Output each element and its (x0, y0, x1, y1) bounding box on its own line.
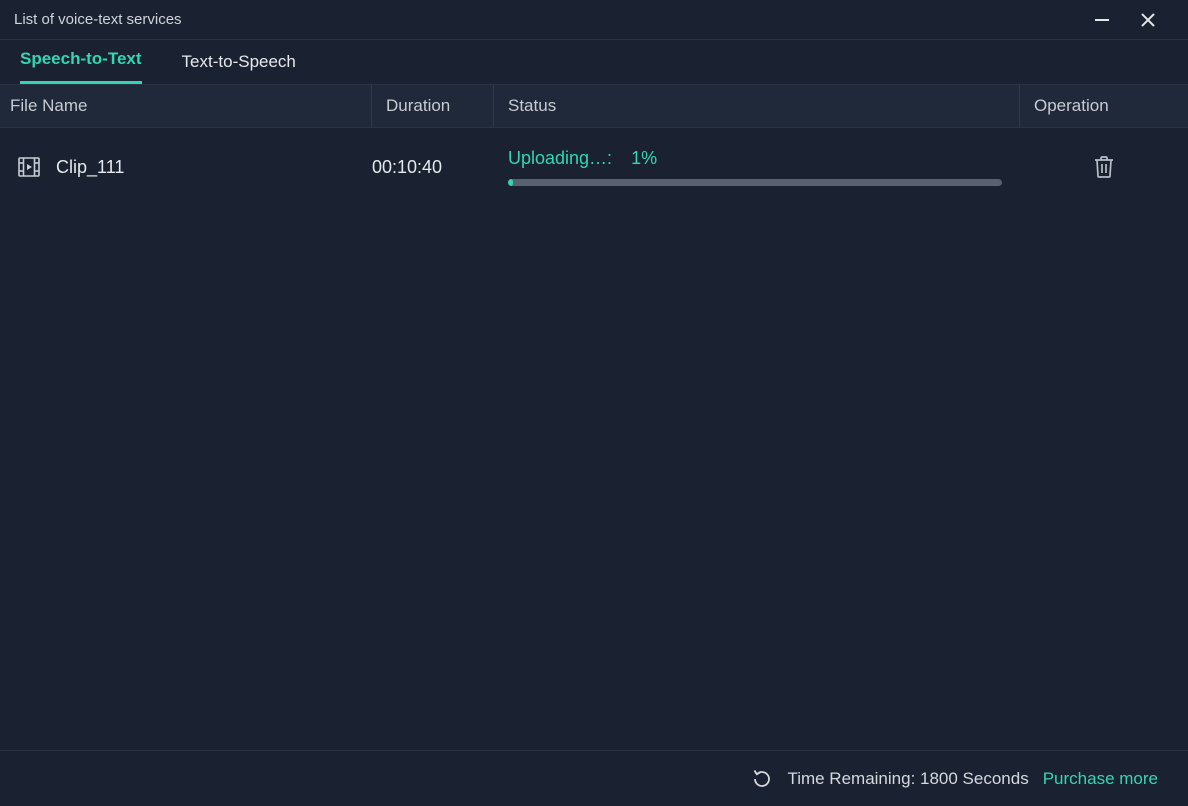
tabs: Speech-to-Text Text-to-Speech (0, 40, 1188, 84)
trash-icon (1093, 155, 1115, 179)
titlebar: List of voice-text services (0, 0, 1188, 40)
tab-speech-to-text[interactable]: Speech-to-Text (20, 39, 142, 84)
status-percent: 1% (631, 148, 657, 168)
cell-filename: Clip_111 (0, 157, 372, 178)
progress-fill (508, 179, 513, 186)
table-body: Clip_111 00:10:40 Uploading…: 1% (0, 128, 1188, 750)
table-header: File Name Duration Status Operation (0, 84, 1188, 128)
tab-text-to-speech[interactable]: Text-to-Speech (182, 42, 296, 84)
cell-operation (1020, 155, 1188, 179)
column-header-filename: File Name (0, 85, 372, 127)
cell-status: Uploading…: 1% (494, 148, 1020, 186)
footer: Time Remaining: 1800 Seconds Purchase mo… (0, 750, 1188, 806)
column-header-operation: Operation (1020, 85, 1188, 127)
time-remaining-text: Time Remaining: 1800 Seconds (787, 769, 1028, 789)
cell-duration: 00:10:40 (372, 157, 494, 178)
refresh-button[interactable] (751, 768, 773, 790)
refresh-icon (751, 768, 773, 790)
window-controls (1092, 10, 1158, 30)
close-button[interactable] (1138, 10, 1158, 30)
video-clip-icon (18, 157, 40, 177)
purchase-more-link[interactable]: Purchase more (1043, 769, 1158, 789)
status-text: Uploading…: (508, 148, 612, 168)
table-row: Clip_111 00:10:40 Uploading…: 1% (0, 128, 1188, 206)
progress-bar (508, 179, 1002, 186)
window-title: List of voice-text services (14, 11, 1092, 28)
delete-button[interactable] (1092, 155, 1116, 179)
column-header-status: Status (494, 85, 1020, 127)
minimize-button[interactable] (1092, 10, 1112, 30)
column-header-duration: Duration (372, 85, 494, 127)
status-label: Uploading…: 1% (508, 148, 1020, 169)
filename-text: Clip_111 (56, 157, 124, 178)
